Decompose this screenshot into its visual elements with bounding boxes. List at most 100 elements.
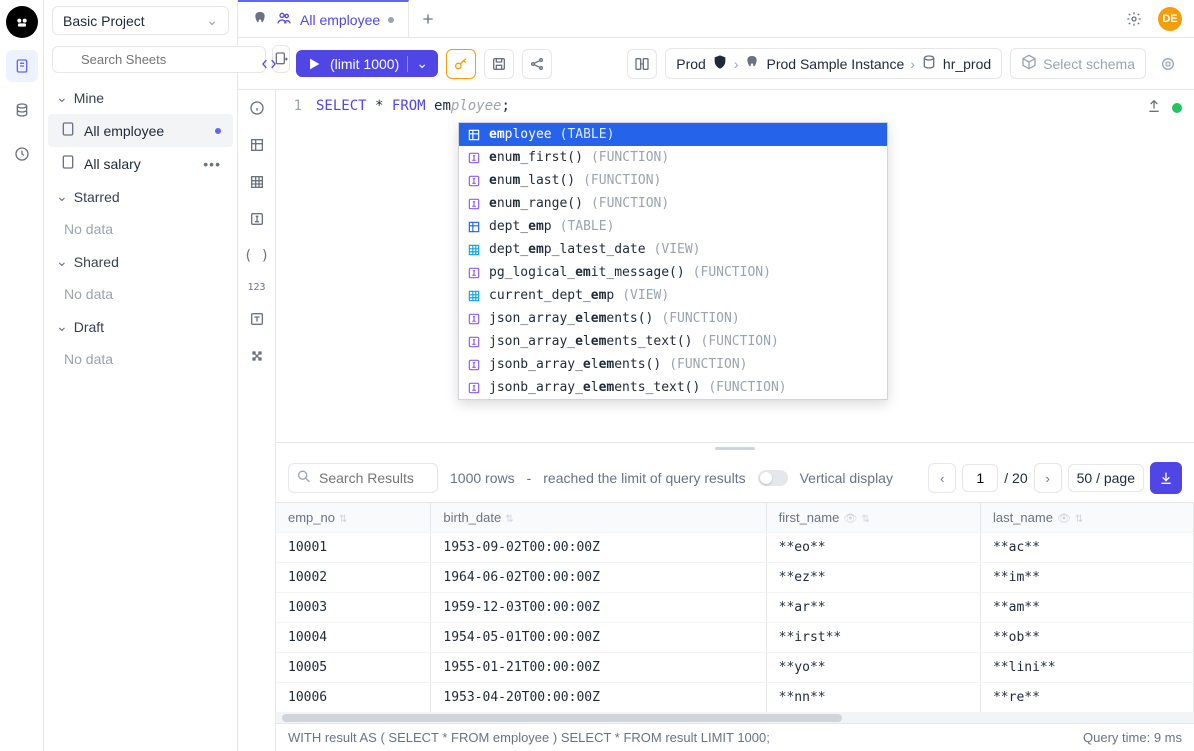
limit-msg: reached the limit of query results [543,470,745,486]
sheet-icon [60,154,76,173]
shield-icon [712,54,728,73]
table-row[interactable]: 100041954-05-01T00:00:00Z**irst****ob** [276,623,1194,653]
table-cell: **ac** [980,533,1193,563]
sheet-label: All employee [84,123,164,139]
table-cell: **re** [980,683,1193,713]
table-cell: **im** [980,563,1193,593]
table-cell: 10003 [276,593,431,623]
table-row[interactable]: 100051955-01-21T00:00:00Z**yo****lini** [276,653,1194,683]
grid-icon[interactable] [249,174,265,193]
sheet-item-all-employee[interactable]: All employee [48,114,233,147]
autocomplete-item[interactable]: enum_first() (FUNCTION) [459,146,887,169]
autocomplete-item[interactable]: jsonb_array_elements_text() (FUNCTION) [459,376,887,399]
parens-icon[interactable]: ( ) [244,248,269,264]
horizontal-scrollbar[interactable] [276,713,1194,723]
column-header[interactable]: last_name👁⇅ [980,503,1193,533]
sheet-search-input[interactable] [52,46,266,73]
section-starred[interactable]: ⌄ Starred [44,180,237,213]
page-size-select[interactable]: 50 / page [1068,464,1144,492]
autocomplete-item[interactable]: json_array_elements() (FUNCTION) [459,307,887,330]
tab-all-employee[interactable]: All employee [238,0,409,37]
section-shared[interactable]: ⌄ Shared [44,245,237,278]
results-toolbar: 1000 rows - reached the limit of query r… [276,454,1194,502]
sql-toolbar: (limit 1000) ⌄ Prod › [238,38,1194,90]
column-header[interactable]: emp_no⇅ [276,503,431,533]
next-page-button[interactable]: › [1034,463,1062,493]
database-icon [921,54,937,73]
editor-side-icons: ( ) 123 [238,90,276,751]
column-header[interactable]: birth_date⇅ [431,503,766,533]
chevron-down-icon[interactable]: ⌄ [416,55,428,72]
sql-editor[interactable]: 1 SELECT * FROM employee; employee (TABL… [276,90,1194,442]
type-icon[interactable] [249,311,265,330]
table-cell: 1954-05-01T00:00:00Z [431,623,766,653]
table-row[interactable]: 100031959-12-03T00:00:00Z**ar****am** [276,593,1194,623]
puzzle-icon[interactable] [249,348,265,367]
more-icon[interactable]: ••• [203,156,221,172]
add-tab-button[interactable] [409,0,447,37]
table-row[interactable]: 100061953-04-20T00:00:00Z**nn****re** [276,683,1194,713]
results-splitter[interactable] [276,442,1194,454]
settings-button[interactable] [1120,5,1148,33]
autocomplete-item[interactable]: jsonb_array_elements() (FUNCTION) [459,353,887,376]
chevron-down-icon: ⌄ [56,188,68,205]
table-row[interactable]: 100011953-09-02T00:00:00Z**eo****ac** [276,533,1194,563]
unsaved-dot-icon [215,128,221,134]
vertical-label: Vertical display [800,470,893,486]
page-input[interactable] [962,464,998,492]
breadcrumb[interactable]: Prod › Prod Sample Instance › hr_prod [665,48,1002,79]
column-header[interactable]: first_name👁⇅ [766,503,980,533]
autocomplete-item[interactable]: dept_emp_latest_date (VIEW) [459,238,887,261]
vertical-toggle[interactable] [758,470,788,486]
section-draft[interactable]: ⌄ Draft [44,310,237,343]
rail-database-icon[interactable] [6,94,38,126]
table-cell: **am** [980,593,1193,623]
autocomplete-item[interactable]: enum_range() (FUNCTION) [459,192,887,215]
table-cell: **lini** [980,653,1193,683]
save-button[interactable] [484,49,514,79]
run-label: (limit 1000) [330,56,399,72]
autocomplete-item[interactable]: json_array_elements_text() (FUNCTION) [459,330,887,353]
sheet-label: All salary [84,156,141,172]
rail-sheets-icon[interactable] [6,50,38,82]
sheet-icon [60,121,76,140]
upload-icon[interactable] [1146,98,1162,118]
run-query-button[interactable]: (limit 1000) ⌄ [296,50,438,77]
table-cell: **ar** [766,593,980,623]
project-selector[interactable]: Basic Project ⌄ [52,6,229,35]
results-table[interactable]: emp_no⇅birth_date⇅first_name👁⇅last_name👁… [276,502,1194,723]
postgres-icon [252,10,268,29]
function-icon[interactable] [249,211,265,230]
rail-history-icon[interactable] [6,138,38,170]
schema-selector[interactable]: Select schema [1010,48,1146,79]
dash: - [527,470,532,486]
code-icon [250,56,288,72]
crumb-instance: Prod Sample Instance [766,56,904,72]
query-time: Query time: 9 ms [1083,730,1182,745]
tab-bar: All employee DE [238,0,1194,38]
table-icon[interactable] [249,137,265,156]
app-logo[interactable] [6,6,38,38]
autocomplete-item[interactable]: pg_logical_emit_message() (FUNCTION) [459,261,887,284]
autocomplete-item[interactable]: dept_emp (TABLE) [459,215,887,238]
ai-button[interactable] [1154,50,1182,78]
prev-page-button[interactable]: ‹ [928,463,956,493]
user-avatar[interactable]: DE [1158,7,1182,31]
users-icon [276,10,292,29]
table-row[interactable]: 100021964-06-02T00:00:00Z**ez****im** [276,563,1194,593]
autocomplete-item[interactable]: current_dept_emp (VIEW) [459,284,887,307]
table-cell: 1964-06-02T00:00:00Z [431,563,766,593]
info-icon[interactable] [249,100,265,119]
line-number: 1 [276,98,316,114]
share-button[interactable] [522,49,552,79]
autocomplete-item[interactable]: enum_last() (FUNCTION) [459,169,887,192]
nodata-label: No data [44,213,237,245]
numbers-icon[interactable]: 123 [247,282,265,293]
sheet-item-all-salary[interactable]: All salary ••• [48,147,233,180]
connection-button[interactable] [627,49,657,79]
section-mine[interactable]: ⌄ Mine [44,81,237,114]
key-button[interactable] [446,49,476,79]
autocomplete-item[interactable]: employee (TABLE) [459,123,887,146]
download-button[interactable] [1150,462,1182,494]
table-cell: **eo** [766,533,980,563]
